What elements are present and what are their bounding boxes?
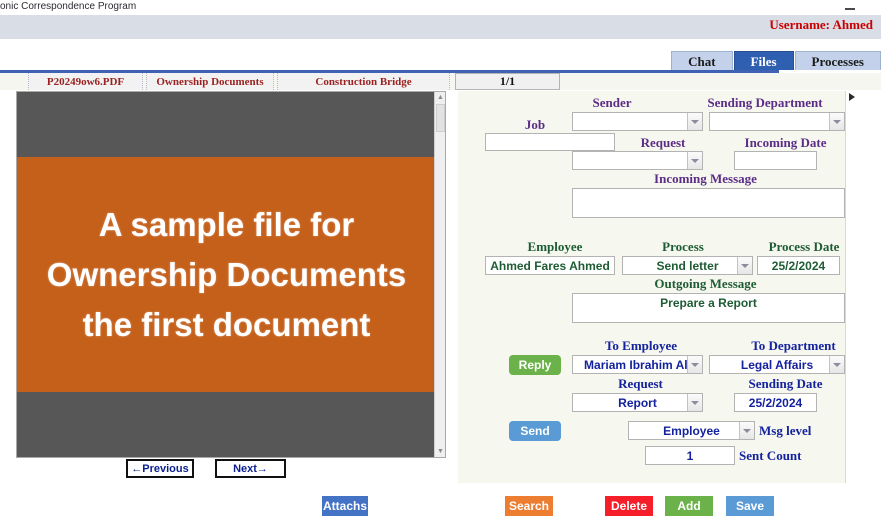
title-bar: onic Correspondence Program: [0, 0, 881, 15]
document-canvas[interactable]: A sample file for Ownership Documents th…: [17, 92, 436, 457]
incoming-date-label: Incoming Date: [744, 135, 827, 150]
minimize-icon[interactable]: [843, 2, 857, 14]
document-scrollbar[interactable]: ▲ ▼: [434, 92, 445, 457]
application-window: onic Correspondence Program Username: Ah…: [0, 0, 881, 519]
chevron-down-icon[interactable]: [739, 422, 754, 439]
previous-button[interactable]: ←Previous: [126, 459, 194, 478]
scroll-down-icon[interactable]: ▼: [435, 446, 446, 457]
incoming-message-textarea[interactable]: [572, 188, 845, 218]
correspondence-form-panel: Sender Sending Department Job Request In…: [458, 91, 854, 483]
sending-department-select-value: [709, 112, 845, 131]
incoming-message-label: Incoming Message: [654, 171, 757, 186]
scroll-up-icon[interactable]: ▲: [435, 92, 446, 103]
chevron-down-icon[interactable]: [687, 394, 702, 411]
top-tab-bar: Chat Files Processes: [671, 51, 881, 72]
doc-tab-file[interactable]: P20249ow6.PDF: [28, 73, 143, 90]
process-label: Process: [662, 239, 704, 254]
chevron-down-icon[interactable]: [829, 113, 844, 130]
window-title: onic Correspondence Program: [0, 1, 137, 12]
document-viewer: A sample file for Ownership Documents th…: [16, 91, 446, 458]
sending-date-input[interactable]: 25/2/2024: [734, 393, 817, 412]
employee-label: Employee: [527, 239, 583, 254]
request-label-outgoing: Request: [618, 376, 663, 391]
request-label-incoming: Request: [640, 135, 686, 150]
to-employee-label: To Employee: [604, 338, 678, 353]
search-button[interactable]: Search: [505, 496, 553, 516]
document-slide: A sample file for Ownership Documents th…: [17, 157, 436, 392]
sending-date-label: Sending Date: [748, 376, 823, 391]
sent-count-label: Sent Count: [739, 448, 802, 463]
outgoing-message-textarea[interactable]: Prepare a Report: [572, 293, 845, 323]
page-counter: 1/1: [455, 73, 560, 90]
to-employee-select-value: Mariam Ibrahim Ali: [572, 355, 703, 374]
chevron-down-icon[interactable]: [829, 356, 844, 373]
process-select[interactable]: Send letter: [622, 256, 753, 275]
process-date-label: Process Date: [768, 239, 840, 254]
tab-processes[interactable]: Processes: [794, 51, 881, 72]
to-department-select-value: Legal Affairs: [709, 355, 845, 374]
username-label: Username: Ahmed: [769, 17, 873, 32]
chevron-down-icon[interactable]: [687, 356, 702, 373]
sending-department-label: Sending Department: [707, 95, 823, 110]
msg-level-select[interactable]: Employee: [628, 421, 755, 440]
document-line-3: the first document: [82, 305, 371, 343]
msg-level-select-value: Employee: [628, 421, 755, 440]
doc-tab-construction-bridge[interactable]: Construction Bridge: [277, 73, 450, 90]
sender-select[interactable]: [572, 112, 703, 131]
incoming-date-input[interactable]: [734, 151, 817, 170]
chevron-down-icon[interactable]: [737, 257, 752, 274]
scrollbar-thumb[interactable]: [436, 104, 445, 132]
process-date-input[interactable]: 25/2/2024: [757, 256, 840, 275]
request-select-outgoing[interactable]: Report: [572, 393, 703, 412]
delete-button[interactable]: Delete: [605, 496, 653, 516]
next-button[interactable]: Next→: [215, 459, 286, 478]
document-line-1: A sample file for: [98, 205, 355, 243]
outgoing-message-label: Outgoing Message: [654, 276, 757, 291]
save-button[interactable]: Save: [726, 496, 774, 516]
doc-tab-ownership-documents[interactable]: Ownership Documents: [146, 73, 274, 90]
msg-level-label: Msg level: [759, 423, 812, 438]
sending-department-select[interactable]: [709, 112, 845, 131]
chevron-down-icon[interactable]: [687, 152, 702, 169]
job-input[interactable]: [485, 133, 615, 151]
document-line-2: Ownership Documents: [46, 255, 407, 293]
tab-chat[interactable]: Chat: [671, 51, 733, 72]
reply-button[interactable]: Reply: [509, 355, 561, 375]
header-band: [0, 15, 881, 39]
job-label: Job: [524, 117, 546, 132]
process-select-value: Send letter: [622, 256, 753, 275]
add-button[interactable]: Add: [665, 496, 713, 516]
to-department-label: To Department: [751, 338, 836, 353]
tab-files[interactable]: Files: [733, 51, 794, 72]
form-scrollbar[interactable]: [845, 91, 858, 483]
scroll-right-icon[interactable]: [849, 93, 855, 101]
sender-label: Sender: [592, 95, 632, 110]
to-employee-select[interactable]: Mariam Ibrahim Ali: [572, 355, 703, 374]
chevron-down-icon[interactable]: [687, 113, 702, 130]
request-select-incoming[interactable]: [572, 151, 703, 170]
sender-select-value: [572, 112, 703, 131]
request-select-incoming-value: [572, 151, 703, 170]
minimize-glyph: [845, 8, 855, 10]
sent-count-input[interactable]: 1: [645, 446, 735, 465]
request-select-outgoing-value: Report: [572, 393, 703, 412]
employee-input[interactable]: Ahmed Fares Ahmed: [485, 256, 615, 275]
to-department-select[interactable]: Legal Affairs: [709, 355, 845, 374]
send-button[interactable]: Send: [509, 421, 561, 441]
attachs-button[interactable]: Attachs: [322, 496, 368, 516]
